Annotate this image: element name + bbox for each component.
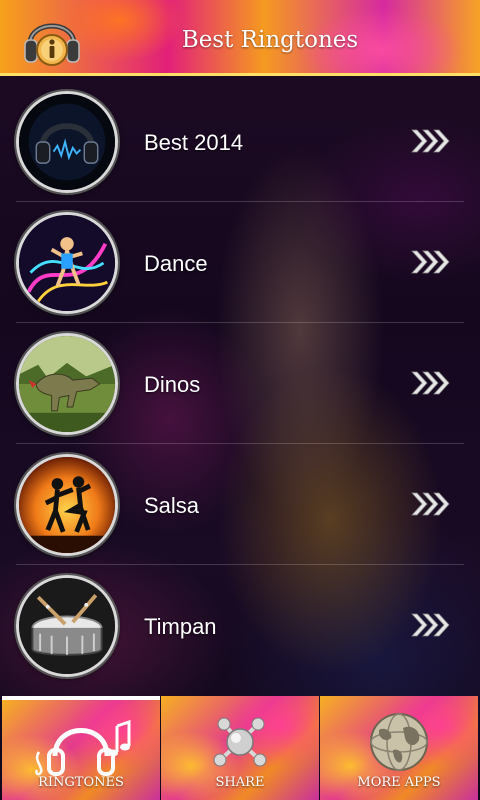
triple-chevron-right-icon <box>411 129 450 153</box>
triple-chevron-right-icon <box>411 371 450 395</box>
triple-chevron-right-icon <box>411 613 450 637</box>
tab-share-label: SHARE <box>215 775 265 790</box>
list-item-salsa[interactable]: Salsa <box>16 445 464 565</box>
app-title: Best Ringtones <box>181 27 359 53</box>
dancer-thumbnail <box>16 212 118 314</box>
list-item-dance[interactable]: Dance <box>16 203 464 323</box>
list-item-dinos[interactable]: Dinos <box>16 324 464 444</box>
list-item-label: Timpan <box>144 614 217 639</box>
list-item-label: Dinos <box>144 372 201 397</box>
category-list: Best 2014 Dance Dinos Salsa Timpan <box>0 82 480 692</box>
list-item-timpan[interactable]: Timpan <box>16 566 464 686</box>
globe-icon <box>370 713 428 771</box>
tab-more-apps-label: MORE APPS <box>357 775 441 790</box>
tab-share[interactable]: SHARE <box>161 696 319 800</box>
tab-more-apps[interactable]: MORE APPS <box>320 696 478 800</box>
tab-ringtones-label: RINGTONES <box>38 775 124 790</box>
list-item-label: Best 2014 <box>144 130 244 155</box>
bottom-tab-bar: RINGTONES SHARE MORE APPS <box>0 696 480 800</box>
triple-chevron-right-icon <box>411 492 450 516</box>
drum-thumbnail <box>16 575 118 677</box>
list-item-label: Dance <box>144 251 208 276</box>
triple-chevron-right-icon <box>411 250 450 274</box>
app-header: Best Ringtones <box>0 0 480 76</box>
headphones-thumbnail <box>16 91 118 193</box>
headphones-info-icon <box>24 23 80 66</box>
list-item-label: Salsa <box>144 493 200 518</box>
salsa-couple-thumbnail <box>16 454 118 556</box>
share-nodes-icon <box>213 717 267 767</box>
headphones-music-notes-icon <box>35 719 131 776</box>
list-item-best-2014[interactable]: Best 2014 <box>16 82 464 202</box>
info-button[interactable] <box>22 6 82 70</box>
dinosaur-thumbnail <box>16 333 118 435</box>
tab-ringtones[interactable]: RINGTONES <box>2 696 160 800</box>
